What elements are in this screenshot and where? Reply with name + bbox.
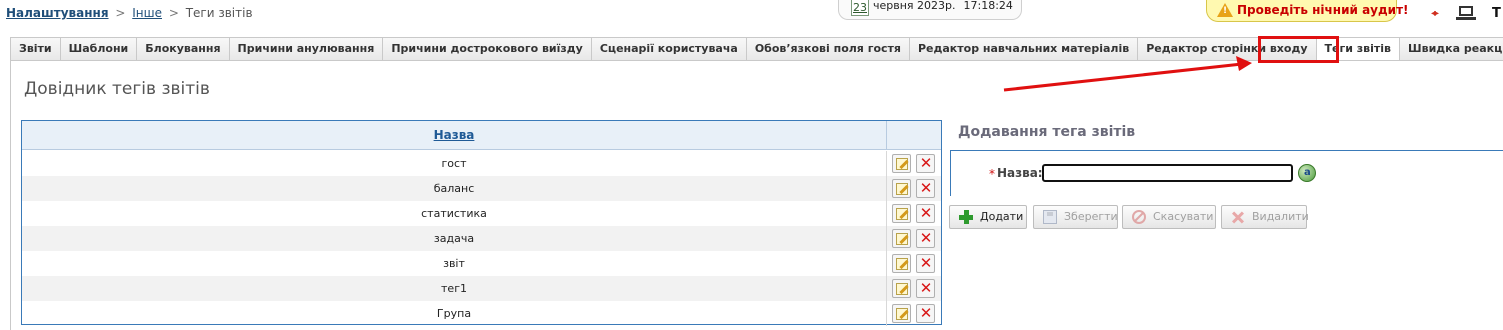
report-tags-table: Назва гост ✕ баланс ✕ статистика ✕ задач… <box>21 120 942 326</box>
tag-name-cell: задача <box>22 226 887 251</box>
delete-button[interactable]: ✕ <box>916 279 935 298</box>
night-audit-text[interactable]: Проведіть нічний аудит! <box>1237 3 1409 17</box>
name-field-label: Назва: <box>997 166 1043 180</box>
user-menu[interactable]: Т <box>1492 6 1501 21</box>
edit-button[interactable] <box>892 179 911 198</box>
table-header: Назва <box>22 121 941 150</box>
swap-arrows-icon[interactable]: ◂▸ <box>1431 8 1439 19</box>
edit-button[interactable] <box>892 254 911 273</box>
annotation-highlight-box <box>1258 36 1339 63</box>
tag-name-cell: статистика <box>22 201 887 226</box>
tab-early-departure-reasons[interactable]: Причини дострокового виїзду <box>383 37 592 61</box>
table-row: Група ✕ <box>22 301 941 326</box>
breadcrumb: Налаштування > Інше > Теги звітів <box>6 6 253 20</box>
add-button-label: Додати <box>980 210 1024 223</box>
edit-button[interactable] <box>892 204 911 223</box>
table-row: тег1 ✕ <box>22 276 941 301</box>
cancel-button-label: Скасувати <box>1153 210 1214 223</box>
pencil-icon <box>896 308 908 320</box>
tab-cancellation-reasons[interactable]: Причини анулювання <box>229 37 384 61</box>
delete-x-icon: ✕ <box>919 154 933 172</box>
delete-x-icon: ✕ <box>919 204 933 222</box>
column-header-name[interactable]: Назва <box>22 121 887 150</box>
edit-button[interactable] <box>892 304 911 323</box>
tag-name-cell: Група <box>22 301 887 326</box>
laptop-icon[interactable] <box>1456 6 1476 20</box>
tag-name-input[interactable] <box>1042 164 1293 182</box>
tab-blocking[interactable]: Блокування <box>137 37 230 61</box>
annotation-arrow <box>1003 56 1252 92</box>
breadcrumb-section-link[interactable]: Інше <box>132 6 162 20</box>
delete-x-icon: ✕ <box>919 254 933 272</box>
tag-name-cell: гост <box>22 151 887 176</box>
delete-x-icon <box>1231 210 1245 224</box>
calendar-day: 23 <box>853 1 867 14</box>
datetime-panel: 23 червня 2023р. 17:18:24 <box>838 0 1022 20</box>
cancel-button[interactable]: Скасувати <box>1122 205 1216 229</box>
calendar-icon[interactable]: 23 <box>851 0 869 16</box>
top-bar: Налаштування > Інше > Теги звітів 23 чер… <box>0 0 1503 30</box>
pencil-icon <box>896 183 908 195</box>
table-row: статистика ✕ <box>22 201 941 226</box>
tab-user-scenarios[interactable]: Сценарії користувача <box>591 37 747 61</box>
delete-button[interactable]: ✕ <box>916 204 935 223</box>
edit-button[interactable] <box>892 279 911 298</box>
warning-icon: ! <box>1217 3 1233 17</box>
tab-quick-event-response[interactable]: Швидка реакція на події <box>1400 37 1503 61</box>
breadcrumb-separator: > <box>168 6 179 20</box>
table-row: баланс ✕ <box>22 176 941 201</box>
delete-button[interactable]: ✕ <box>916 154 935 173</box>
night-audit-banner[interactable]: ! Проведіть нічний аудит! <box>1206 0 1409 22</box>
add-button[interactable]: Додати <box>949 205 1027 229</box>
required-marker: * <box>989 167 995 181</box>
delete-button[interactable]: ✕ <box>916 229 935 248</box>
delete-button[interactable]: ✕ <box>916 179 935 198</box>
plus-icon <box>959 210 973 224</box>
breadcrumb-separator: > <box>115 6 126 20</box>
breadcrumb-root-link[interactable]: Налаштування <box>6 6 109 20</box>
breadcrumb-current: Теги звітів <box>185 6 253 20</box>
pencil-icon <box>896 158 908 170</box>
delete-x-icon: ✕ <box>919 179 933 197</box>
save-disk-icon <box>1043 210 1057 224</box>
tab-templates[interactable]: Шаблони <box>60 37 138 61</box>
pencil-icon <box>896 208 908 220</box>
save-button[interactable]: Зберегти <box>1033 205 1118 229</box>
delete-form-button[interactable]: Видалити <box>1221 205 1309 229</box>
delete-x-icon: ✕ <box>919 279 933 297</box>
tag-name-cell: баланс <box>22 176 887 201</box>
content-border <box>10 60 11 330</box>
add-tag-form-title: Додавання тега звітів <box>958 124 1136 140</box>
table-row: звіт ✕ <box>22 251 941 276</box>
pencil-icon <box>896 283 908 295</box>
delete-button[interactable]: ✕ <box>916 304 935 323</box>
translate-icon[interactable]: a <box>1298 164 1316 182</box>
save-button-label: Зберегти <box>1064 210 1118 223</box>
edit-button[interactable] <box>892 229 911 248</box>
tag-name-cell: тег1 <box>22 276 887 301</box>
cancel-circle-icon <box>1132 210 1146 224</box>
page-title: Довідник тегів звітів <box>24 79 210 99</box>
edit-button[interactable] <box>892 154 911 173</box>
tab-required-guest-fields[interactable]: Обов’язкові поля гостя <box>746 37 910 61</box>
pencil-icon <box>896 233 908 245</box>
delete-x-icon: ✕ <box>919 229 933 247</box>
delete-button[interactable]: ✕ <box>916 254 935 273</box>
tag-name-cell: звіт <box>22 251 887 276</box>
current-time: 17:18:24 <box>963 0 1013 12</box>
delete-button-label: Видалити <box>1252 210 1309 223</box>
current-date: червня 2023р. <box>873 0 956 12</box>
tab-reports[interactable]: Звіти <box>10 37 61 61</box>
delete-x-icon: ✕ <box>919 304 933 322</box>
pencil-icon <box>896 258 908 270</box>
table-row: гост ✕ <box>22 151 941 176</box>
table-row: задача ✕ <box>22 226 941 251</box>
